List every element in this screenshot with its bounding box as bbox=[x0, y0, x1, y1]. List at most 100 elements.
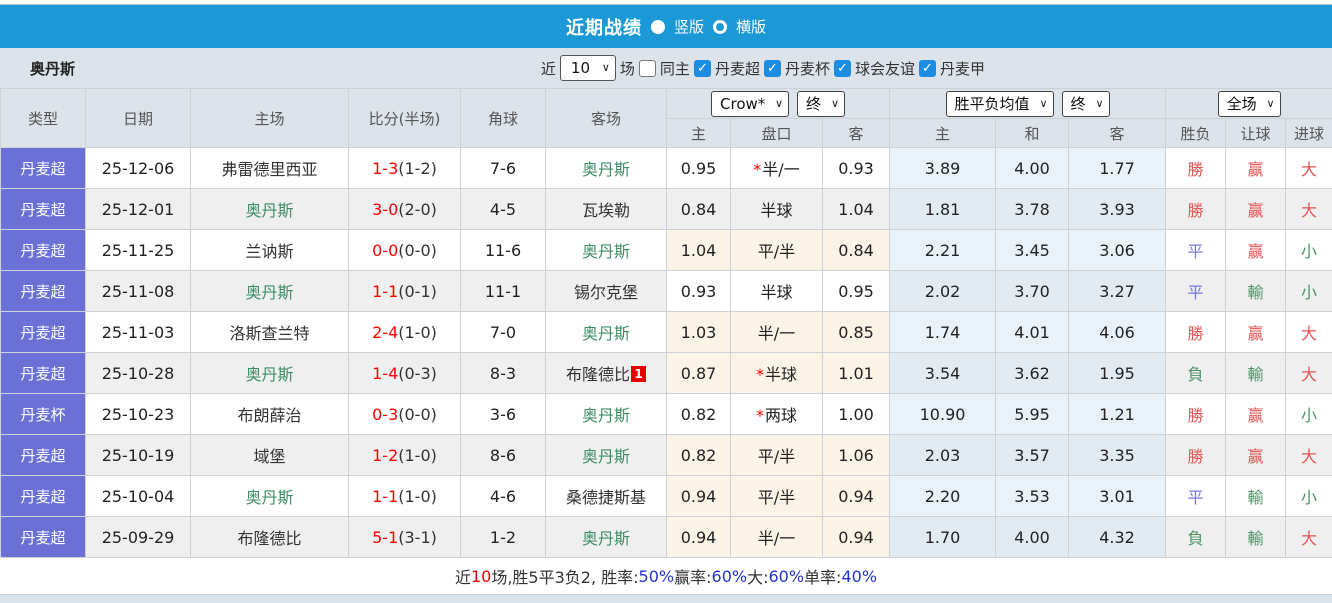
score-cell: 1-4(0-3) bbox=[348, 352, 461, 394]
home-team-cell: 洛斯查兰特 bbox=[190, 311, 349, 353]
date-cell: 25-11-08 bbox=[85, 270, 191, 312]
checkbox-league-0[interactable]: ✓ bbox=[693, 59, 711, 77]
odds-away-cell: 1.04 bbox=[821, 188, 891, 230]
date-cell: 25-10-19 bbox=[85, 434, 191, 476]
summary-line: 近 10 场,胜5平3负2, 胜率: 50% 赢率: 60% 大: 60% 单率: 40% bbox=[0, 558, 1332, 594]
avg-away-cell: 4.32 bbox=[1068, 516, 1167, 558]
league-label-1[interactable]: 丹麦杯 bbox=[785, 58, 830, 79]
away-team-cell: 锡尔克堡 bbox=[545, 270, 667, 312]
summary-segment: 赢率: bbox=[674, 568, 712, 587]
league-cell: 丹麦超 bbox=[0, 188, 86, 230]
handicap-cell: 平/半 bbox=[730, 475, 823, 517]
result-cell: 勝 bbox=[1165, 147, 1227, 189]
avg-home-cell: 2.02 bbox=[889, 270, 997, 312]
goals-result-cell: 大 bbox=[1285, 147, 1332, 189]
result-cell: 平 bbox=[1165, 270, 1227, 312]
handicap-cell: 半/一 bbox=[730, 311, 823, 353]
away-team-cell: 桑德捷斯基 bbox=[545, 475, 667, 517]
games-label: 场 bbox=[619, 59, 635, 78]
company-select[interactable]: Crow* bbox=[711, 90, 790, 117]
home-team-cell: 布隆德比 bbox=[190, 516, 349, 558]
league-cell: 丹麦杯 bbox=[0, 393, 86, 435]
score-cell: 2-4(1-0) bbox=[348, 311, 461, 353]
odds-home-cell: 0.84 bbox=[666, 188, 731, 230]
handicap-cell: 半球 bbox=[730, 270, 823, 312]
league-cell: 丹麦超 bbox=[0, 270, 86, 312]
odds-home-cell: 1.04 bbox=[666, 229, 731, 271]
avg-period-select[interactable]: 终 bbox=[1061, 90, 1110, 117]
sub-header-avg-away: 客 bbox=[1068, 118, 1167, 148]
avg-away-cell: 4.06 bbox=[1068, 311, 1167, 353]
radio-vertical-label[interactable]: 竖版 bbox=[674, 16, 704, 37]
away-team-cell: 奥丹斯 bbox=[545, 393, 667, 435]
checkbox-league-2[interactable]: ✓ bbox=[833, 59, 851, 77]
league-label-3[interactable]: 丹麦甲 bbox=[940, 58, 985, 79]
radio-horizontal-label[interactable]: 横版 bbox=[736, 16, 766, 37]
goals-result-cell: 大 bbox=[1285, 434, 1332, 476]
odds-home-cell: 0.95 bbox=[666, 147, 731, 189]
avg-draw-cell: 4.01 bbox=[995, 311, 1070, 353]
results-table: 类型 日期 主场 比分(半场) 角球 客场 Crow* ∨ 终 ∨ 胜平负均值 ∨ 终 ∨ … bbox=[0, 88, 1332, 558]
score-cell: 1-1(1-0) bbox=[348, 475, 461, 517]
corners-cell: 4-6 bbox=[460, 475, 546, 517]
focus-team-name: 奥丹斯 bbox=[30, 59, 76, 78]
league-cell: 丹麦超 bbox=[0, 352, 86, 394]
avg-home-cell: 2.20 bbox=[889, 475, 997, 517]
handicap-cell: 半球 bbox=[730, 188, 823, 230]
league-label-2[interactable]: 球会友谊 bbox=[855, 58, 915, 79]
sub-header-goals: 进球 bbox=[1285, 118, 1332, 148]
home-team-cell: 奥丹斯 bbox=[190, 475, 349, 517]
table-row: 丹麦超 25-11-03 洛斯查兰特 2-4(1-0) 7-0 奥丹斯 1.03 半/一 0.8… bbox=[0, 311, 1332, 353]
avg-away-cell: 1.77 bbox=[1068, 147, 1167, 189]
avg-draw-cell: 3.78 bbox=[995, 188, 1070, 230]
title-bar: 近期战绩 竖版 横版 bbox=[0, 5, 1332, 48]
goals-result-cell: 大 bbox=[1285, 352, 1332, 394]
summary-segment: 场,胜5平3负2, 胜率: bbox=[491, 568, 639, 587]
league-label-0[interactable]: 丹麦超 bbox=[715, 58, 760, 79]
radio-vertical-layout[interactable] bbox=[650, 19, 665, 34]
corners-cell: 11-1 bbox=[460, 270, 546, 312]
summary-segment: 近 bbox=[454, 568, 471, 587]
sub-header-handicap-result: 让球 bbox=[1225, 118, 1287, 148]
league-cell: 丹麦超 bbox=[0, 147, 86, 189]
scope-select[interactable]: 全场 bbox=[1217, 90, 1281, 117]
checkbox-league-1[interactable]: ✓ bbox=[763, 59, 781, 77]
recent-count-select[interactable]: 10 bbox=[559, 55, 616, 81]
odds-home-cell: 0.82 bbox=[666, 434, 731, 476]
away-team-cell: 瓦埃勒 bbox=[545, 188, 667, 230]
avg-draw-cell: 3.53 bbox=[995, 475, 1070, 517]
odds-home-cell: 0.82 bbox=[666, 393, 731, 435]
date-cell: 25-09-29 bbox=[85, 516, 191, 558]
result-cell: 負 bbox=[1165, 352, 1227, 394]
radio-horizontal-layout[interactable] bbox=[713, 19, 727, 34]
sub-header-avg-draw: 和 bbox=[995, 118, 1070, 148]
score-cell: 5-1(3-1) bbox=[348, 516, 461, 558]
summary-segment: 50% bbox=[638, 566, 675, 586]
avg-away-cell: 1.21 bbox=[1068, 393, 1167, 435]
same-home-label[interactable]: 同主 bbox=[660, 58, 690, 79]
avg-away-cell: 1.95 bbox=[1068, 352, 1167, 394]
goals-result-cell: 小 bbox=[1285, 229, 1332, 271]
score-cell: 1-2(1-0) bbox=[348, 434, 461, 476]
goals-result-cell: 小 bbox=[1285, 270, 1332, 312]
table-row: 丹麦杯 25-10-23 布朗薛治 0-3(0-0) 3-6 奥丹斯 0.82 *两球 1.00… bbox=[0, 393, 1332, 435]
handicap-cell: 半/一 bbox=[730, 516, 823, 558]
odds-home-cell: 0.94 bbox=[666, 516, 731, 558]
avg-home-cell: 1.74 bbox=[889, 311, 997, 353]
league-cell: 丹麦超 bbox=[0, 475, 86, 517]
company-period-select[interactable]: 终 bbox=[797, 90, 846, 117]
avg-select[interactable]: 胜平负均值 bbox=[945, 90, 1054, 117]
checkbox-same-home[interactable] bbox=[638, 59, 656, 77]
near-label: 近 bbox=[540, 59, 556, 78]
table-row: 丹麦超 25-09-29 布隆德比 5-1(3-1) 1-2 奥丹斯 0.94 半/一 0.94… bbox=[0, 516, 1332, 558]
result-cell: 勝 bbox=[1165, 393, 1227, 435]
result-cell: 負 bbox=[1165, 516, 1227, 558]
sub-header-handicap: 盘口 bbox=[730, 118, 823, 148]
date-cell: 25-10-28 bbox=[85, 352, 191, 394]
date-cell: 25-11-25 bbox=[85, 229, 191, 271]
result-cell: 勝 bbox=[1165, 311, 1227, 353]
odds-away-cell: 0.94 bbox=[821, 516, 891, 558]
odds-home-cell: 0.94 bbox=[666, 475, 731, 517]
bottom-strip bbox=[0, 594, 1332, 603]
checkbox-league-3[interactable]: ✓ bbox=[918, 59, 936, 77]
